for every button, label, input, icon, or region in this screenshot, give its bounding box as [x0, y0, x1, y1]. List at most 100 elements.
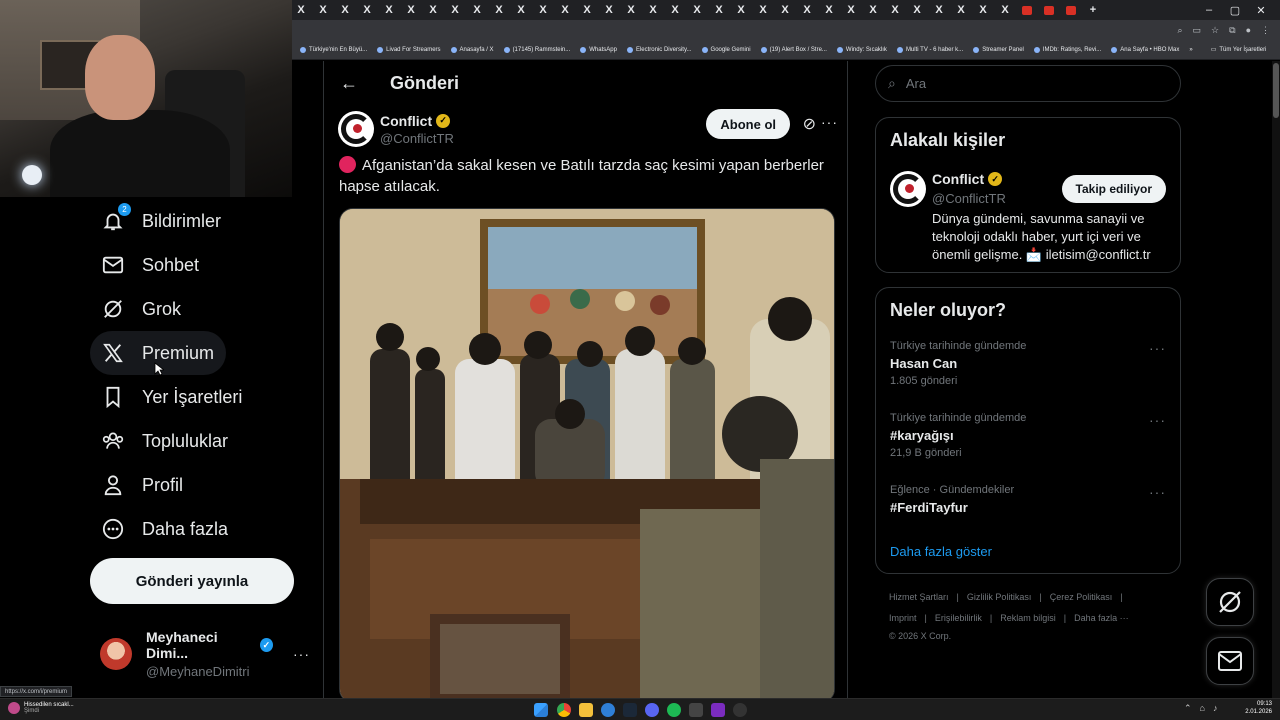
app-icon[interactable] — [601, 703, 615, 717]
zoom-icon[interactable]: ⌕ — [1177, 25, 1182, 36]
network-icon[interactable]: ⌂ — [1200, 703, 1205, 714]
browser-tab[interactable]: X — [556, 0, 574, 20]
bookmark-item[interactable]: (17145) Rammstein... — [503, 46, 570, 53]
extensions-icon[interactable]: ⧉ — [1229, 25, 1235, 36]
grok-fab[interactable] — [1206, 578, 1254, 626]
browser-tab[interactable]: X — [578, 0, 596, 20]
browser-tab[interactable]: X — [512, 0, 530, 20]
close-icon[interactable]: ✕ — [1248, 4, 1274, 17]
footer-link[interactable]: Daha fazla ··· — [1074, 613, 1129, 623]
bookmark-item[interactable]: IMDb: Ratings, Revi... — [1033, 46, 1101, 53]
account-switcher[interactable]: Meyhaneci Dimi... ✓ @MeyhaneDimitri ··· — [100, 629, 310, 679]
browser-tab[interactable]: X — [600, 0, 618, 20]
browser-tab[interactable]: X — [930, 0, 948, 20]
chevron-up-icon[interactable]: ⌃ — [1184, 703, 1192, 714]
back-arrow-icon[interactable]: ← — [340, 73, 360, 94]
sidebar-item-bildirimler[interactable]: 2 Bildirimler — [90, 199, 233, 243]
trend-item[interactable]: Türkiye tarihinde gündemde #karyağışı 21,9… — [890, 412, 1166, 459]
page-scrollbar[interactable] — [1272, 61, 1280, 698]
all-bookmarks[interactable]: ▭ Tüm Yer İşaretleri — [1211, 46, 1267, 54]
sidebar-item-yer-i-şaretleri[interactable]: Yer İşaretleri — [90, 375, 254, 419]
footer-link[interactable]: Çerez Politikası — [1050, 592, 1113, 602]
trend-more-icon[interactable]: ··· — [1149, 484, 1166, 500]
post-button[interactable]: Gönderi yayınla — [90, 558, 294, 604]
bookmark-item[interactable]: Streamer Panel — [973, 46, 1024, 53]
browser-tab[interactable]: X — [490, 0, 508, 20]
footer-link[interactable]: Erişilebilirlik — [935, 613, 982, 623]
bookmark-item[interactable]: Windy: Sıcaklık — [836, 46, 887, 53]
app-icon[interactable] — [711, 703, 725, 717]
browser-tab[interactable]: X — [468, 0, 486, 20]
bookmark-item[interactable]: Livad For Streamers — [377, 46, 441, 53]
browser-tab[interactable]: X — [336, 0, 354, 20]
trend-more-icon[interactable]: ··· — [1149, 340, 1166, 356]
bookmark-item[interactable]: Türkiye'nin En Büyü... — [300, 46, 367, 53]
browser-tab[interactable]: X — [842, 0, 860, 20]
bookmark-item[interactable]: Electronic Diversity... — [626, 46, 692, 53]
sidebar-item-daha-fazla[interactable]: Daha fazla — [90, 507, 240, 551]
browser-tab[interactable]: X — [622, 0, 640, 20]
bookmark-item[interactable]: Anasayfa / X — [450, 46, 494, 53]
browser-tab[interactable]: X — [798, 0, 816, 20]
search-field[interactable]: ⌕ Ara — [875, 65, 1181, 102]
sidebar-item-profil[interactable]: Profil — [90, 463, 195, 507]
new-tab-icon[interactable]: + — [1084, 0, 1102, 20]
author-handle[interactable]: @ConflictTR — [380, 131, 454, 146]
browser-tab[interactable]: X — [534, 0, 552, 20]
system-tray[interactable]: ⌃ ⌂ ♪ — [1184, 703, 1217, 714]
browser-tab[interactable]: X — [688, 0, 706, 20]
post-more-icon[interactable]: ··· — [821, 114, 838, 130]
maximize-icon[interactable]: ▢ — [1222, 4, 1248, 17]
menu-icon[interactable]: ⋮ — [1261, 25, 1270, 36]
show-more-link[interactable]: Daha fazla göster — [890, 544, 992, 559]
footer-link[interactable]: Reklam bilgisi — [1000, 613, 1056, 623]
browser-tab[interactable]: X — [732, 0, 750, 20]
minimize-icon[interactable]: – — [1196, 4, 1222, 16]
steam-icon[interactable] — [623, 703, 637, 717]
browser-tab[interactable]: X — [820, 0, 838, 20]
browser-tab[interactable]: X — [754, 0, 772, 20]
sidebar-item-sohbet[interactable]: Sohbet — [90, 243, 211, 287]
related-avatar[interactable] — [890, 171, 926, 207]
account-more-icon[interactable]: ··· — [293, 646, 310, 662]
bookmark-item[interactable]: Multi TV - 6 haber k... — [896, 46, 963, 53]
footer-link[interactable]: Gizlilik Politikası — [967, 592, 1032, 602]
trend-item[interactable]: Türkiye tarihinde gündemde Hasan Can 1.805… — [890, 340, 1166, 387]
browser-tab[interactable] — [1040, 0, 1058, 20]
app-icon[interactable] — [689, 703, 703, 717]
browser-tab[interactable]: X — [776, 0, 794, 20]
bookmark-item[interactable]: WhatsApp — [580, 46, 617, 53]
browser-tab[interactable]: X — [974, 0, 992, 20]
start-icon[interactable] — [534, 703, 548, 717]
browser-tab[interactable]: X — [314, 0, 332, 20]
trend-item[interactable]: Eğlence · Gündemdekiler #FerdiTayfur ··· — [890, 484, 1166, 515]
related-handle[interactable]: @ConflictTR — [932, 191, 1006, 206]
browser-tab[interactable]: X — [644, 0, 662, 20]
browser-tab[interactable]: X — [996, 0, 1014, 20]
subscribe-button[interactable]: Abone ol — [706, 109, 790, 139]
footer-link[interactable]: Hizmet Şartları — [889, 592, 949, 602]
speaker-icon[interactable]: ♪ — [1213, 703, 1218, 714]
browser-tab[interactable]: X — [864, 0, 882, 20]
footer-link[interactable]: Imprint — [889, 613, 917, 623]
browser-tab[interactable]: X — [886, 0, 904, 20]
browser-tab[interactable]: X — [952, 0, 970, 20]
profile-icon[interactable]: ● — [1246, 25, 1251, 35]
browser-tab[interactable]: X — [424, 0, 442, 20]
browser-tab[interactable]: X — [402, 0, 420, 20]
sidebar-item-grok[interactable]: Grok — [90, 287, 193, 331]
grok-icon[interactable]: ⊘ — [803, 114, 816, 134]
browser-tab[interactable] — [1062, 0, 1080, 20]
author-name[interactable]: Conflict — [380, 113, 432, 129]
taskbar-notification[interactable]: Hissedilen sıcakl... Şimdi — [8, 702, 74, 714]
obs-icon[interactable] — [733, 703, 747, 717]
bookmarks-more-icon[interactable]: » — [1189, 47, 1192, 53]
browser-tab[interactable] — [1018, 0, 1036, 20]
browser-tab[interactable]: X — [446, 0, 464, 20]
browser-tab[interactable]: X — [710, 0, 728, 20]
chrome-icon[interactable] — [557, 703, 571, 717]
bookmark-item[interactable]: (19) Alert Box / Stre... — [760, 46, 827, 53]
cast-icon[interactable]: ▭ — [1193, 25, 1202, 36]
author-avatar[interactable] — [338, 111, 374, 147]
browser-tab[interactable]: X — [358, 0, 376, 20]
